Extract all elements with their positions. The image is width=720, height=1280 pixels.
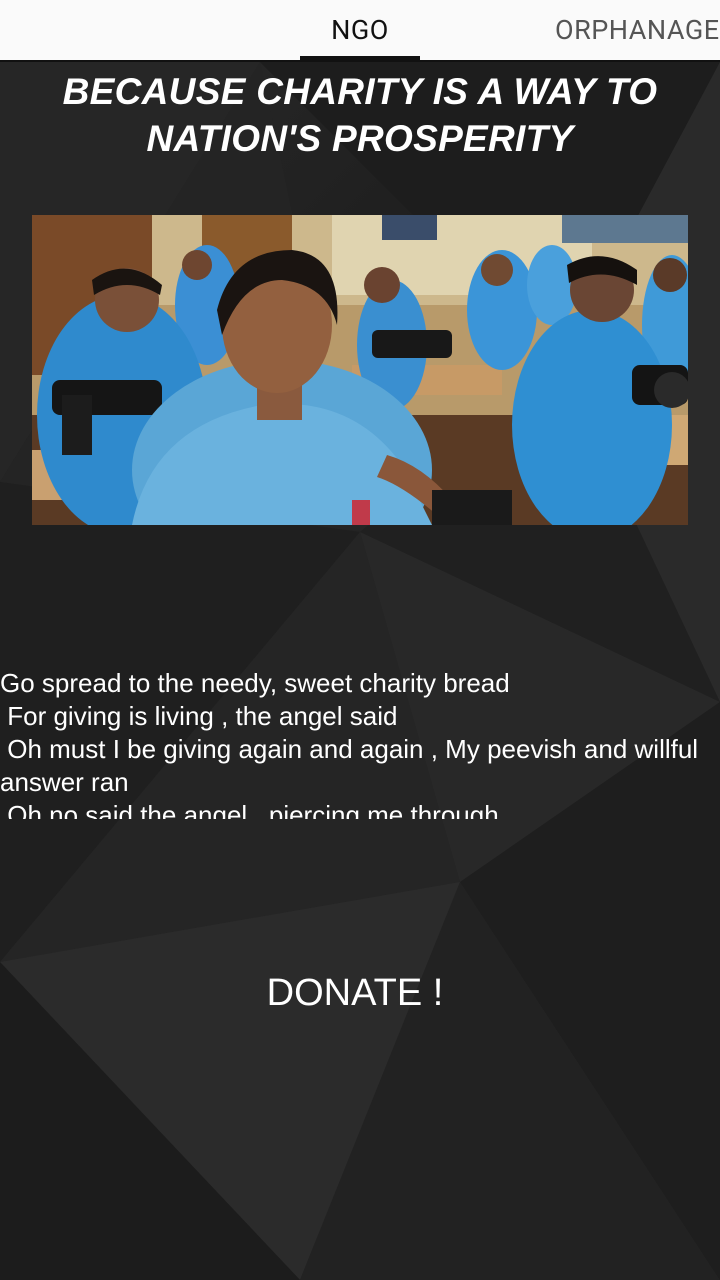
ngo-page[interactable]: BECAUSE CHARITY IS A WAY TO NATION'S PRO… — [0, 62, 720, 1280]
tab-ngo[interactable]: NGO — [300, 0, 420, 60]
tab-bar: NGO ORPHANAGE — [0, 0, 720, 62]
donate-button[interactable]: DONATE ! — [250, 958, 460, 1028]
women-sewing-photo — [32, 215, 688, 525]
headline: BECAUSE CHARITY IS A WAY TO NATION'S PRO… — [62, 71, 658, 159]
photo-of-women-sewing-icon — [32, 215, 688, 525]
charity-poem: Go spread to the needy, sweet charity br… — [0, 668, 699, 819]
tab-orphanage[interactable]: ORPHANAGE — [540, 0, 720, 60]
